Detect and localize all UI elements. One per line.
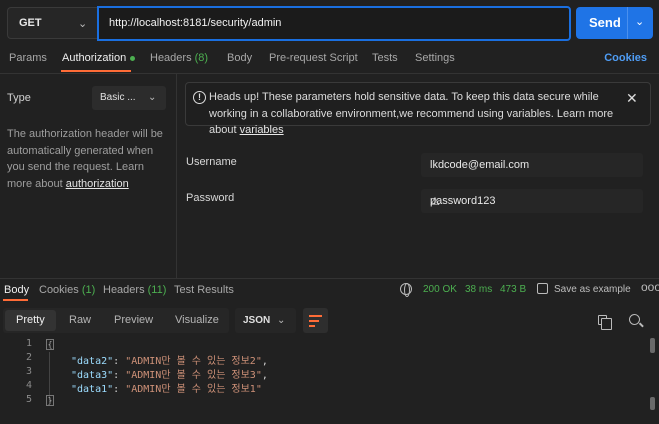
request-tabs: Params Authorization Headers (8) Body Pr… bbox=[0, 46, 659, 74]
tab-body[interactable]: Body bbox=[227, 52, 252, 64]
username-value: lkdcode@email.com bbox=[430, 159, 530, 171]
response-toolbar: Pretty Raw Preview Visualize JSON ⌄ bbox=[0, 304, 659, 336]
tab-count: (1) bbox=[81, 284, 96, 296]
response-tabs: Body Cookies (1) Headers (11) Test Resul… bbox=[0, 278, 659, 302]
line-number: 1 bbox=[25, 338, 32, 349]
wrap-line bbox=[309, 325, 315, 327]
format-select[interactable]: JSON ⌄ bbox=[235, 308, 296, 333]
view-raw[interactable]: Raw bbox=[69, 314, 91, 326]
fold-icon[interactable]: } bbox=[46, 395, 54, 406]
url-input[interactable]: http://localhost:8181/security/admin bbox=[97, 6, 571, 41]
save-icon[interactable] bbox=[537, 283, 548, 294]
code-content: "data2": "ADMIN만 볼 수 있는 정보2", bbox=[71, 352, 268, 367]
tab-pre-request-script[interactable]: Pre-request Script bbox=[269, 52, 358, 64]
tab-label: Pre-request Script bbox=[269, 52, 358, 64]
notice-text: Heads up! These parameters hold sensitiv… bbox=[209, 89, 629, 139]
code-line: 5 } bbox=[0, 394, 650, 408]
username-label: Username bbox=[186, 156, 237, 168]
tab-authorization[interactable]: Authorization bbox=[62, 52, 136, 64]
tab-settings[interactable]: Settings bbox=[415, 52, 455, 64]
send-label: Send bbox=[589, 15, 621, 30]
authorization-link[interactable]: authorization bbox=[66, 178, 129, 190]
code-content: "data1": "ADMIN만 볼 수 있는 정보1" bbox=[71, 380, 262, 395]
method-label: GET bbox=[19, 17, 42, 29]
tab-response-body[interactable]: Body bbox=[4, 284, 29, 296]
view-pretty[interactable]: Pretty bbox=[16, 314, 45, 326]
code-line: 3 "data3": "ADMIN만 볼 수 있는 정보3", bbox=[0, 366, 650, 381]
info-icon: ! bbox=[193, 91, 206, 104]
line-number: 5 bbox=[25, 394, 32, 405]
line-number: 2 bbox=[25, 352, 32, 363]
wrap-lines-icon[interactable] bbox=[303, 308, 328, 333]
view-mode-tabs: Pretty Raw Preview Visualize bbox=[3, 308, 229, 333]
fold-icon[interactable]: { bbox=[46, 339, 54, 350]
tab-label: Body bbox=[227, 52, 253, 64]
warning-icon[interactable]: ⚠ bbox=[430, 195, 440, 208]
tab-label: Authorization bbox=[62, 52, 127, 64]
tab-label: Params bbox=[9, 52, 47, 64]
tab-label: Cookies bbox=[39, 284, 79, 296]
response-body-code[interactable]: 1 { 2 "data2": "ADMIN만 볼 수 있는 정보2", 3 "d… bbox=[0, 336, 659, 424]
active-tab-underline bbox=[61, 70, 131, 72]
chevron-down-icon[interactable]: ⌄ bbox=[635, 15, 644, 28]
view-preview[interactable]: Preview bbox=[114, 314, 153, 326]
tab-count: (8) bbox=[194, 52, 209, 64]
chevron-down-icon: ⌄ bbox=[78, 18, 88, 30]
cookies-link[interactable]: Cookies bbox=[604, 52, 647, 64]
wrap-line bbox=[309, 320, 319, 322]
code-line: 2 "data2": "ADMIN만 볼 수 있는 정보2", bbox=[0, 352, 650, 367]
code-content: "data3": "ADMIN만 볼 수 있는 정보3", bbox=[71, 366, 268, 381]
password-field[interactable]: password123 ⚠ bbox=[421, 189, 643, 213]
close-icon[interactable]: ✕ bbox=[626, 90, 638, 107]
variables-link[interactable]: variables bbox=[240, 124, 284, 136]
status-code[interactable]: 200 OK bbox=[423, 284, 457, 295]
request-bar: GET ⌄ http://localhost:8181/security/adm… bbox=[0, 0, 659, 46]
format-value: JSON bbox=[243, 315, 271, 326]
wrap-line bbox=[309, 315, 322, 317]
auth-description: The authorization header will be automat… bbox=[7, 126, 172, 192]
tab-label: Body bbox=[4, 284, 30, 296]
method-select[interactable]: GET ⌄ bbox=[7, 7, 97, 39]
type-label: Type bbox=[7, 92, 31, 104]
active-dot-icon bbox=[130, 55, 136, 61]
line-number: 4 bbox=[25, 380, 32, 391]
tab-label: Tests bbox=[372, 52, 398, 64]
chevron-down-icon: ⌄ bbox=[277, 315, 286, 326]
tab-label: Test Results bbox=[174, 284, 234, 296]
more-icon[interactable]: ooo bbox=[641, 280, 659, 294]
code-line: 4 "data1": "ADMIN만 볼 수 있는 정보1" bbox=[0, 380, 650, 395]
view-visualize[interactable]: Visualize bbox=[175, 314, 219, 326]
tab-response-cookies[interactable]: Cookies (1) bbox=[39, 284, 95, 296]
tab-label: Settings bbox=[415, 52, 455, 64]
scrollbar[interactable] bbox=[650, 397, 655, 410]
line-number: 3 bbox=[25, 366, 32, 377]
tab-label: Headers bbox=[103, 284, 145, 296]
tab-response-headers[interactable]: Headers (11) bbox=[103, 284, 166, 296]
tab-params[interactable]: Params bbox=[9, 52, 47, 64]
auth-type-select[interactable]: Basic ... ⌄ bbox=[92, 86, 166, 110]
tab-count: (11) bbox=[147, 284, 167, 296]
password-label: Password bbox=[186, 192, 235, 204]
response-time[interactable]: 38 ms bbox=[465, 284, 492, 295]
url-value: http://localhost:8181/security/admin bbox=[109, 17, 282, 29]
scrollbar[interactable] bbox=[650, 338, 655, 353]
send-button[interactable]: Send ⌄ bbox=[576, 7, 653, 39]
tab-test-results[interactable]: Test Results bbox=[174, 284, 234, 296]
search-icon[interactable] bbox=[629, 314, 640, 325]
auth-type-panel: Type Basic ... ⌄ The authorization heade… bbox=[0, 74, 177, 278]
save-as-example-button[interactable]: Save as example bbox=[554, 284, 631, 295]
send-divider bbox=[627, 7, 628, 39]
copy-icon[interactable] bbox=[598, 315, 612, 330]
username-field[interactable]: lkdcode@email.com bbox=[421, 153, 643, 177]
auth-type-value: Basic ... bbox=[100, 92, 136, 103]
response-size[interactable]: 473 B bbox=[500, 284, 526, 295]
tab-tests[interactable]: Tests bbox=[372, 52, 398, 64]
code-line: 1 { bbox=[0, 338, 650, 352]
chevron-down-icon: ⌄ bbox=[148, 92, 157, 103]
active-tab-underline bbox=[3, 299, 28, 301]
sensitive-data-notice: ! Heads up! These parameters hold sensit… bbox=[185, 82, 651, 136]
tab-headers[interactable]: Headers (8) bbox=[150, 52, 208, 64]
tab-label: Headers bbox=[150, 52, 192, 64]
globe-icon[interactable] bbox=[400, 283, 412, 297]
